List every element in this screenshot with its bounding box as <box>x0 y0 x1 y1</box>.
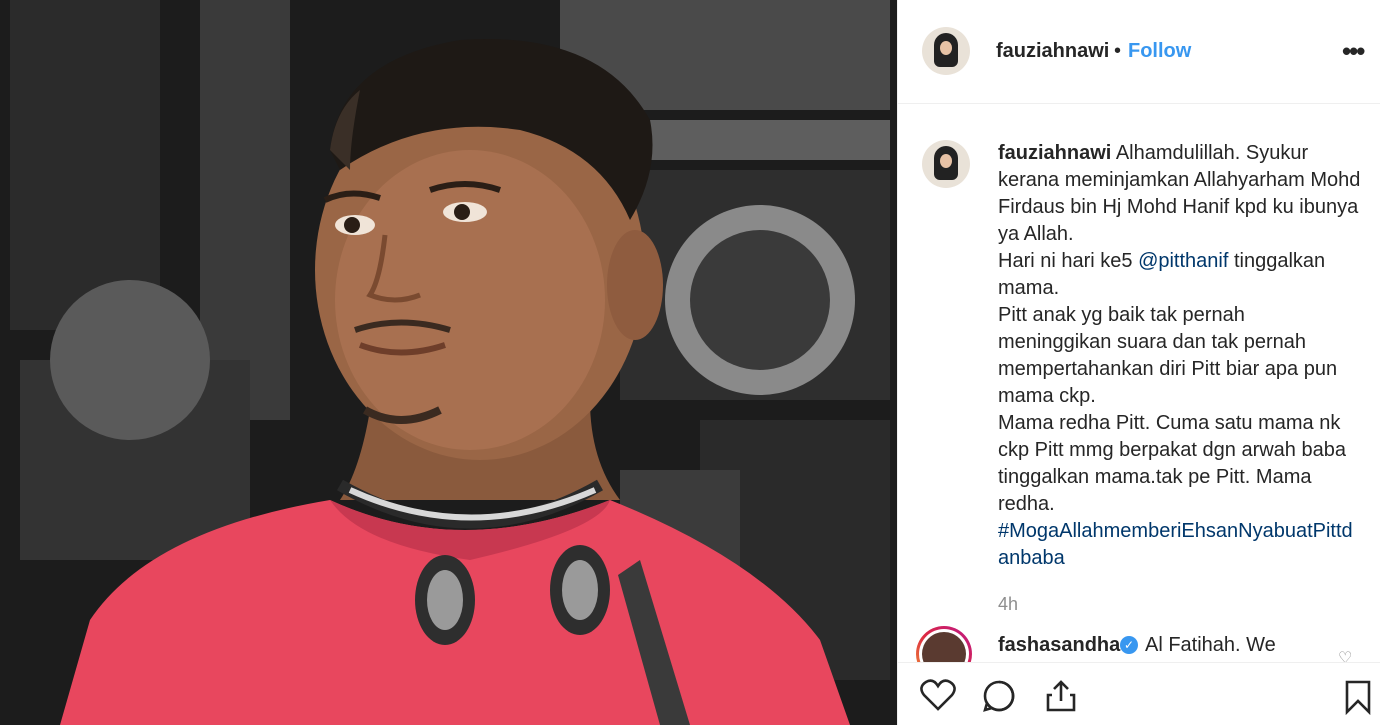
header-username[interactable]: fauziahnawi <box>996 40 1109 63</box>
comment-avatar[interactable] <box>916 626 972 662</box>
post-timestamp[interactable]: 4h <box>998 594 1018 615</box>
hashtag-link[interactable]: #MogaAllahmemberiEhsanNyabuatPittdanbaba <box>998 520 1353 569</box>
caption-section: fauziahnawi Alhamdulillah. Syukur kerana… <box>898 104 1380 624</box>
verified-badge-icon: ✓ <box>1120 636 1138 654</box>
more-options-icon[interactable]: ••• <box>1342 36 1365 67</box>
instagram-post: fauziahnawi • Follow ••• fauziahnawi Alh… <box>0 0 1380 725</box>
comment-icon[interactable] <box>982 679 1016 718</box>
post-photo[interactable] <box>0 0 897 725</box>
post-side-panel: fauziahnawi • Follow ••• fauziahnawi Alh… <box>897 0 1380 725</box>
comment-item: fashasandha ✓ Al Fatihah. We ♡ <box>898 624 1380 662</box>
mention-link[interactable]: @pitthanif <box>1138 250 1228 272</box>
caption-username[interactable]: fauziahnawi <box>998 142 1111 164</box>
heart-icon[interactable] <box>920 679 956 716</box>
comment-username[interactable]: fashasandha <box>998 634 1120 657</box>
share-icon[interactable] <box>1044 679 1078 718</box>
caption-line-4: Mama redha Pitt. Cuma satu mama nk ckp P… <box>998 412 1346 515</box>
avatar[interactable] <box>922 27 970 75</box>
caption-text: fauziahnawi Alhamdulillah. Syukur kerana… <box>998 140 1363 572</box>
avatar-face <box>940 41 952 55</box>
action-bar <box>898 662 1380 725</box>
post-header: fauziahnawi • Follow ••• <box>898 0 1380 104</box>
follow-button[interactable]: Follow <box>1128 40 1191 63</box>
bookmark-icon[interactable] <box>1344 679 1372 720</box>
caption-line-2a: Hari ni hari ke5 <box>998 250 1139 272</box>
avatar-face <box>940 154 952 168</box>
caption-line-3: Pitt anak yg baik tak pernah meninggikan… <box>998 304 1338 407</box>
caption-avatar[interactable] <box>922 140 970 188</box>
post-image-illustration <box>0 0 897 725</box>
comment-like-icon[interactable]: ♡ <box>1338 648 1352 662</box>
separator-dot: • <box>1114 40 1122 62</box>
comment-text: Al Fatihah. We <box>1145 634 1276 656</box>
